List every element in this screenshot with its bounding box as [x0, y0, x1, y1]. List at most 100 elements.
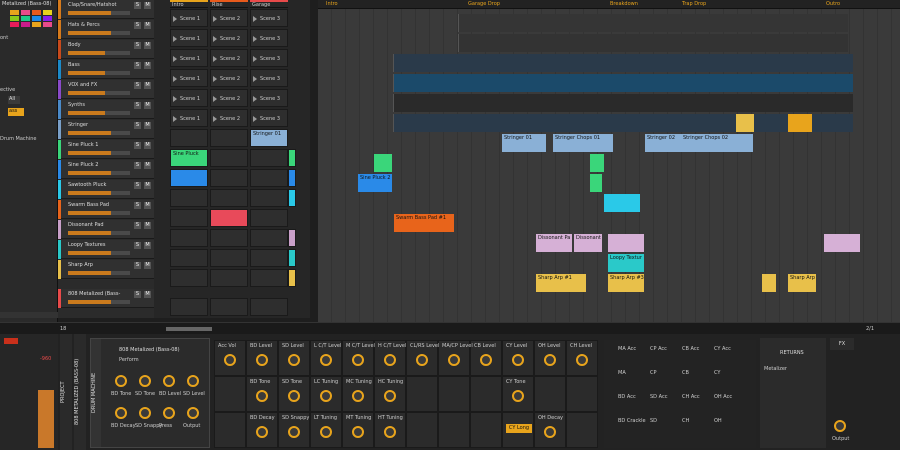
- solo-button[interactable]: S: [134, 142, 141, 149]
- arranger-clip[interactable]: Sharp Arp #3: [608, 274, 644, 292]
- accent-step-label[interactable]: MA: [618, 370, 626, 376]
- clip-slot[interactable]: [250, 229, 288, 247]
- track-volume-fader[interactable]: [68, 300, 130, 304]
- clip-slot[interactable]: [170, 189, 208, 207]
- drum-pad[interactable]: [43, 10, 52, 15]
- track-volume-fader[interactable]: [68, 71, 130, 75]
- clip-slot[interactable]: Scene 3: [250, 69, 288, 87]
- drum-pad[interactable]: [43, 22, 52, 27]
- audio-clip-lane[interactable]: [458, 34, 848, 52]
- clip-slot[interactable]: [250, 269, 288, 287]
- returns-item[interactable]: Metalizer: [764, 366, 787, 372]
- play-icon[interactable]: [253, 116, 257, 122]
- macro-cell[interactable]: [406, 412, 438, 448]
- solo-button[interactable]: S: [134, 222, 141, 229]
- audio-clip-lane[interactable]: [458, 14, 848, 32]
- macro-knob[interactable]: [384, 354, 396, 366]
- macro-cell[interactable]: [214, 412, 246, 448]
- track-header[interactable]: Bass S M: [58, 60, 154, 79]
- solo-button[interactable]: S: [134, 2, 141, 9]
- clip-slot[interactable]: [170, 298, 208, 316]
- arranger-clip[interactable]: Stringer 02: [645, 134, 681, 152]
- solo-button[interactable]: S: [134, 102, 141, 109]
- track-volume-fader[interactable]: [68, 271, 130, 275]
- accent-step-label[interactable]: CP Acc: [650, 346, 667, 352]
- drum-pad[interactable]: [10, 10, 19, 15]
- track-tab[interactable]: 808 METALIZED (BASS-08): [74, 334, 86, 450]
- play-icon[interactable]: [253, 96, 257, 102]
- track-header[interactable]: Sawtooth Pluck S M: [58, 180, 154, 199]
- track-header[interactable]: Swarm Bass Pad S M: [58, 200, 154, 219]
- clip-slot[interactable]: [210, 169, 248, 187]
- scene-column-intro[interactable]: Intro: [170, 0, 208, 8]
- accent-step-label[interactable]: BD Acc: [618, 394, 636, 400]
- clip-slot[interactable]: Scene 1: [170, 89, 208, 107]
- play-icon[interactable]: [213, 56, 217, 62]
- macro-knob[interactable]: [352, 390, 364, 402]
- solo-button[interactable]: S: [134, 291, 141, 298]
- accent-step-label[interactable]: OH Acc: [714, 394, 732, 400]
- clip-slot[interactable]: [210, 269, 248, 287]
- clip-slot[interactable]: Scene 2: [210, 89, 248, 107]
- clip-slot[interactable]: [210, 298, 248, 316]
- clip-slot[interactable]: [210, 249, 248, 267]
- project-tab[interactable]: PROJECT: [60, 334, 72, 450]
- drum-pad-grid[interactable]: [10, 10, 56, 30]
- clip-slot[interactable]: [250, 209, 288, 227]
- horizontal-scrollbar[interactable]: [166, 327, 212, 331]
- clip-stub[interactable]: [288, 269, 296, 287]
- mute-button[interactable]: M: [144, 82, 151, 89]
- clip-slot[interactable]: Scene 1: [170, 29, 208, 47]
- audio-clip-lane[interactable]: [393, 54, 853, 72]
- macro-knob[interactable]: [288, 354, 300, 366]
- solo-button[interactable]: S: [134, 122, 141, 129]
- drum-pad[interactable]: [43, 16, 52, 21]
- launcher-clip[interactable]: [210, 209, 248, 227]
- track-volume-fader[interactable]: [68, 51, 130, 55]
- clip-slot[interactable]: Scene 3: [250, 9, 288, 27]
- macro-knob[interactable]: [544, 354, 556, 366]
- launcher-clip[interactable]: [170, 169, 208, 187]
- accent-step-label[interactable]: CY Acc: [714, 346, 731, 352]
- clip-slot[interactable]: [250, 189, 288, 207]
- accent-step-label[interactable]: MA Acc: [618, 346, 636, 352]
- track-volume-fader[interactable]: [68, 151, 130, 155]
- solo-button[interactable]: S: [134, 82, 141, 89]
- macro-cell[interactable]: [534, 376, 566, 412]
- macro-knob[interactable]: [480, 354, 492, 366]
- macro-knob[interactable]: [512, 354, 524, 366]
- clip-slot[interactable]: [170, 129, 208, 147]
- macro-knob[interactable]: [224, 354, 236, 366]
- audio-clip-lane[interactable]: [393, 74, 853, 92]
- clip-slot[interactable]: [250, 298, 288, 316]
- arranger-clip[interactable]: [608, 234, 644, 252]
- fx-tab[interactable]: FX: [830, 338, 854, 350]
- play-icon[interactable]: [253, 16, 257, 22]
- track-header[interactable]: Body S M: [58, 40, 154, 59]
- arranger-clip[interactable]: [824, 234, 860, 252]
- macro-knob[interactable]: [544, 426, 556, 438]
- track-header[interactable]: Clap/Snare/Hatshot S M: [58, 0, 154, 19]
- accent-step-label[interactable]: CH: [682, 418, 689, 424]
- mute-button[interactable]: M: [144, 262, 151, 269]
- arranger-clip[interactable]: Loopy Textur: [608, 254, 644, 272]
- arranger-clip[interactable]: [590, 154, 604, 172]
- macro-knob[interactable]: [512, 390, 524, 402]
- mute-button[interactable]: M: [144, 242, 151, 249]
- solo-button[interactable]: S: [134, 22, 141, 29]
- track-volume-fader[interactable]: [68, 131, 130, 135]
- solo-button[interactable]: S: [134, 162, 141, 169]
- clip-stub[interactable]: [288, 249, 296, 267]
- macro-knob[interactable]: [416, 354, 428, 366]
- accent-step-label[interactable]: CY: [714, 370, 720, 376]
- accent-step-label[interactable]: SD Acc: [650, 394, 667, 400]
- solo-button[interactable]: S: [134, 262, 141, 269]
- track-volume-fader[interactable]: [68, 191, 130, 195]
- track-volume-fader[interactable]: [68, 171, 130, 175]
- play-icon[interactable]: [213, 96, 217, 102]
- play-icon[interactable]: [253, 36, 257, 42]
- arranger-clip[interactable]: [374, 154, 392, 172]
- clip-slot[interactable]: [210, 189, 248, 207]
- audio-clip-lane[interactable]: [393, 114, 853, 132]
- device-knob[interactable]: [163, 407, 175, 419]
